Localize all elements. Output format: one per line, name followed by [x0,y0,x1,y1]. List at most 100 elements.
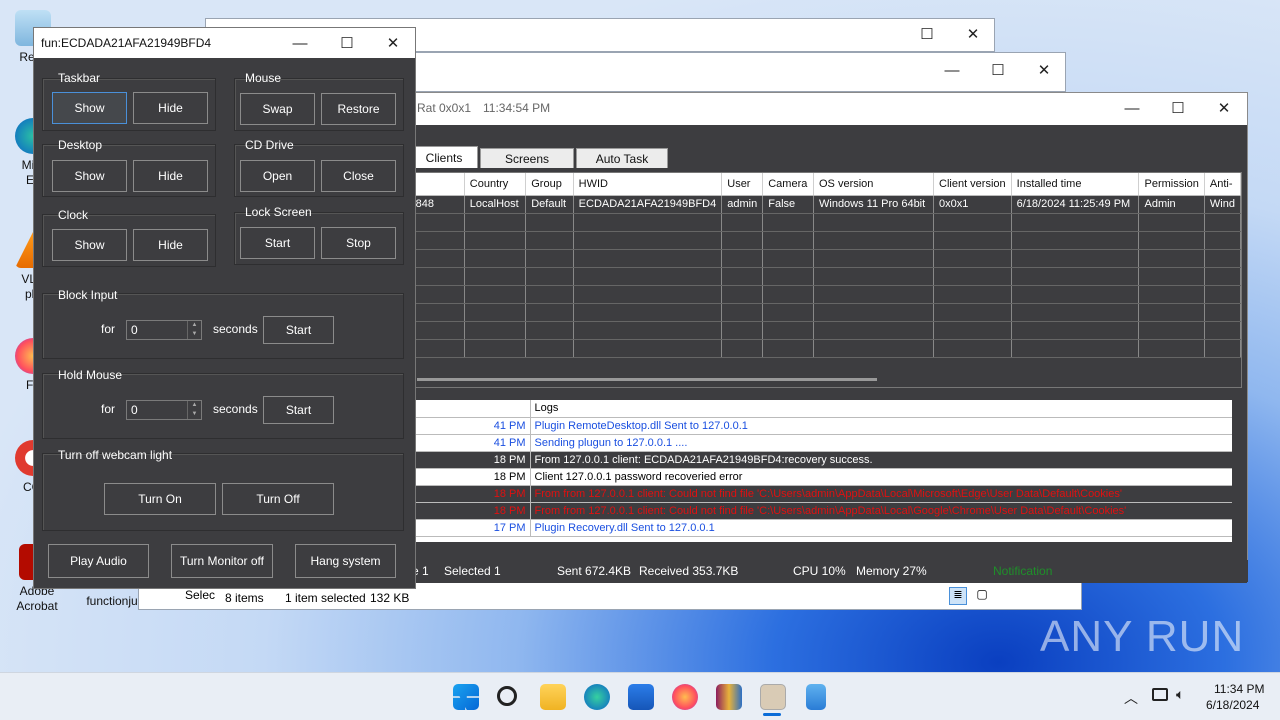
desktop-show-button[interactable]: Show [52,160,127,192]
col-client-version[interactable]: Client version [933,173,1012,196]
store-icon[interactable] [628,684,654,710]
fun-window[interactable]: fun:ECDADA21AFA21949BFD4 — ☐ ✕ Taskbar S… [33,27,416,589]
tab-screens[interactable]: Screens [480,148,574,168]
clock-date[interactable]: 6/18/2024 [1206,698,1259,712]
mouse-swap-button[interactable]: Swap [240,93,315,125]
desktop-label: Desktop [58,138,103,152]
log-message: From 127.0.0.1 client: ECDADA21AFA21949B… [530,451,1232,469]
block-seconds-spinner[interactable]: 0 ▲ ▼ [126,320,202,340]
minimize-icon[interactable]: — [1109,93,1155,123]
minimize-icon[interactable]: — [929,55,975,85]
play-audio-button[interactable]: Play Audio [48,544,149,578]
monitor-off-button[interactable]: Turn Monitor off [171,544,273,578]
maximize-icon[interactable]: ☐ [975,55,1021,85]
col-installed[interactable]: Installed time [1011,173,1140,196]
close-icon[interactable]: ✕ [1021,55,1067,85]
minimize-icon[interactable]: — [277,28,323,58]
large-icons-view-icon[interactable]: ▢ [973,587,991,605]
col-permission[interactable]: Permission [1138,173,1205,196]
cell-user: admin [721,195,764,214]
edge-icon[interactable] [584,684,610,710]
desktop-hide-button[interactable]: Hide [133,160,208,192]
winrar-icon[interactable] [716,684,742,710]
clock-hide-button[interactable]: Hide [133,229,208,261]
status-selected: Selected 1 [444,564,501,578]
tab-clients[interactable]: Clients [410,146,478,168]
hang-system-button[interactable]: Hang system [295,544,396,578]
col-os[interactable]: OS version [813,173,934,196]
maximize-icon[interactable]: ☐ [324,28,370,58]
logs-panel[interactable]: Logs 41 PM Plugin RemoteDesktop.dll Sent … [376,400,1232,542]
network-icon[interactable] [1152,688,1168,701]
lock-start-button[interactable]: Start [240,227,315,259]
log-row[interactable]: 41 PM Sending plugun to 127.0.0.1 .... [376,434,1232,452]
table-row[interactable]: 0.0.1:8848 LocalHost Default ECDADA21AFA… [377,195,1241,214]
close-icon[interactable]: ✕ [1201,93,1247,123]
notepad-icon[interactable] [806,684,826,710]
clock-time[interactable]: 11:34 PM [1214,682,1264,696]
horizontal-scrollbar[interactable] [417,378,877,381]
lock-screen-label: Lock Screen [245,205,312,219]
col-camera[interactable]: Camera [762,173,814,196]
status-bar: e 1 Selected 1 Sent 672.4KB Received 353… [376,560,1248,582]
col-user[interactable]: User [721,173,764,196]
hold-start-button[interactable]: Start [263,396,334,424]
block-seconds-label: seconds [213,322,258,336]
table-row-empty [377,303,1241,322]
firefox-icon[interactable] [672,684,698,710]
webcam-on-button[interactable]: Turn On [104,483,216,515]
explorer-status-selected: 1 item selected [285,591,366,605]
clock-show-button[interactable]: Show [52,229,127,261]
mouse-restore-button[interactable]: Restore [321,93,396,125]
log-row[interactable]: 18 PM Client 127.0.0.1 password recoverie… [376,468,1232,486]
log-message: Client 127.0.0.1 password recoveried err… [530,468,1232,486]
cd-open-button[interactable]: Open [240,160,315,192]
clock-label: Clock [58,208,89,222]
close-icon[interactable]: ✕ [370,28,416,58]
col-hwid[interactable]: HWID [573,173,723,196]
taskbar-hide-button[interactable]: Hide [133,92,208,124]
log-row[interactable]: 17 PM Plugin Recovery.dll Sent to 127.0.0… [376,519,1232,537]
col-anti[interactable]: Anti- [1204,173,1241,196]
tab-auto-task[interactable]: Auto Task [576,148,668,168]
spinner-arrows-icon[interactable]: ▲ ▼ [187,321,201,339]
chevron-up-icon[interactable]: ︿ [1124,688,1138,708]
cell-camera: False [762,195,814,214]
webcam-off-button[interactable]: Turn Off [222,483,334,515]
block-seconds-value: 0 [131,323,138,337]
col-country[interactable]: Country [464,173,527,196]
anyrun-watermark: ANY RUN [1040,612,1245,661]
cell-anti: Wind [1204,195,1241,214]
close-icon[interactable]: ✕ [950,19,996,49]
log-row[interactable]: 18 PM From from 127.0.0.1 client: Could n… [376,485,1232,503]
status-notification[interactable]: Notification [993,564,1052,578]
lock-stop-button[interactable]: Stop [321,227,396,259]
hold-seconds-value: 0 [131,403,138,417]
hold-seconds-spinner[interactable]: 0 ▲ ▼ [126,400,202,420]
col-group[interactable]: Group [525,173,574,196]
logs-header: Logs [530,400,1232,418]
file-explorer-icon[interactable] [540,684,566,710]
clients-table[interactable]: ort Country Group HWID User Camera OS ve… [376,172,1242,388]
log-row[interactable]: 18 PM From 127.0.0.1 client: ECDADA21AFA2… [376,451,1232,469]
log-row[interactable]: 41 PM Plugin RemoteDesktop.dll Sent to 12… [376,417,1232,435]
rat-app-icon[interactable] [760,684,786,710]
taskbar-show-button[interactable]: Show [52,92,127,124]
status-memory: Memory 27% [856,564,927,578]
spinner-arrows-icon[interactable]: ▲ ▼ [187,401,201,419]
taskbar-label: Taskbar [58,71,101,85]
details-view-icon[interactable]: ≣ [949,587,967,605]
cell-installed: 6/18/2024 11:25:49 PM [1011,195,1140,214]
log-row[interactable]: 18 PM From from 127.0.0.1 client: Could n… [376,502,1232,520]
search-icon[interactable] [497,686,517,706]
block-start-button[interactable]: Start [263,316,334,344]
maximize-icon[interactable]: ☐ [904,19,950,49]
hold-for-label: for [101,402,116,416]
maximize-icon[interactable]: ☐ [1155,93,1201,123]
mouse-label: Mouse [245,71,282,85]
table-row-empty [377,285,1241,304]
cd-close-button[interactable]: Close [321,160,396,192]
log-message: From from 127.0.0.1 client: Could not fi… [530,485,1232,503]
block-for-label: for [101,322,116,336]
volume-icon[interactable]: 🔈︎ [1176,686,1184,703]
